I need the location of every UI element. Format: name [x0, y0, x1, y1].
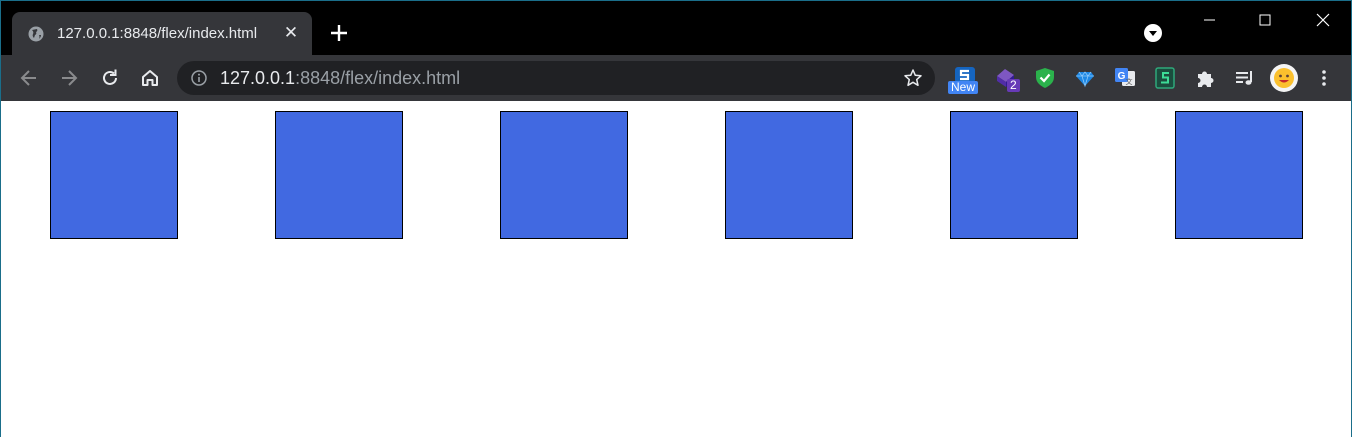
flex-box-1	[49, 111, 178, 239]
minimize-icon[interactable]	[1186, 7, 1232, 37]
shield-check-extension-icon[interactable]	[1032, 65, 1058, 91]
flex-box-4	[724, 111, 853, 239]
s-green-extension-icon[interactable]	[1152, 65, 1178, 91]
url-host: 127.0.0.1	[220, 68, 296, 88]
forward-arrow-icon[interactable]	[58, 67, 80, 89]
svg-text:文: 文	[1126, 77, 1133, 86]
extension-badge-new: New	[948, 81, 979, 94]
diamond-extension-icon[interactable]	[1072, 65, 1098, 91]
url-path: :8848/flex/index.html	[295, 68, 461, 88]
purple-cube-extension-icon[interactable]: 2	[994, 65, 1020, 92]
home-icon[interactable]	[139, 67, 161, 89]
window-close-icon[interactable]	[1299, 7, 1345, 37]
bookmark-star-icon[interactable]	[903, 68, 923, 88]
tab-strip: 127.0.0.1:8848/flex/index.html ✕	[1, 1, 1351, 55]
browser-window: 127.0.0.1:8848/flex/index.html ✕ 127.0.0…	[0, 0, 1352, 437]
google-translate-extension-icon[interactable]: G 文	[1112, 65, 1138, 91]
site-info-icon[interactable]	[191, 70, 207, 86]
page-viewport	[1, 101, 1351, 437]
svg-text:G: G	[1118, 71, 1126, 82]
media-queue-icon[interactable]	[1232, 65, 1258, 91]
flex-box-5	[949, 111, 1078, 239]
reload-icon[interactable]	[99, 67, 121, 89]
globe-icon	[28, 26, 44, 42]
smiley-face-icon	[1274, 68, 1294, 88]
new-tab-icon[interactable]	[328, 22, 350, 44]
s-new-extension-icon[interactable]: New	[948, 65, 979, 94]
back-arrow-icon[interactable]	[18, 67, 40, 89]
profile-avatar[interactable]	[1270, 64, 1298, 92]
extension-badge-count: 2	[1007, 79, 1020, 92]
kebab-menu-icon[interactable]	[1314, 68, 1334, 88]
browser-toolbar: 127.0.0.1:8848/flex/index.html New 2 G 文	[1, 55, 1351, 101]
puzzle-extensions-icon[interactable]	[1192, 65, 1218, 91]
maximize-icon[interactable]	[1242, 7, 1288, 37]
tab-close-icon[interactable]: ✕	[282, 24, 300, 42]
flex-box-6	[1174, 111, 1303, 239]
flex-box-2	[274, 111, 403, 239]
tab-search-icon[interactable]	[1144, 24, 1162, 42]
flex-box-3	[499, 111, 628, 239]
url-text[interactable]: 127.0.0.1:8848/flex/index.html	[220, 68, 460, 89]
active-tab[interactable]: 127.0.0.1:8848/flex/index.html ✕	[12, 12, 312, 55]
tab-title: 127.0.0.1:8848/flex/index.html	[57, 25, 258, 42]
address-bar[interactable]: 127.0.0.1:8848/flex/index.html	[177, 61, 935, 95]
